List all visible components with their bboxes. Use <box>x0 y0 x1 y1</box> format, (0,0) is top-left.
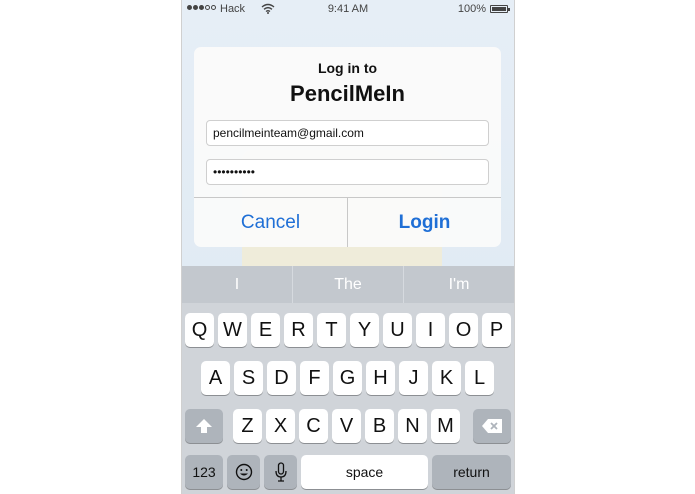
key-a[interactable]: A <box>201 361 230 395</box>
return-key[interactable]: return <box>432 455 511 489</box>
battery-percent: 100% <box>457 3 486 15</box>
key-d[interactable]: D <box>267 361 296 395</box>
key-p[interactable]: P <box>482 313 511 347</box>
email-field[interactable]: pencilmeinteam@gmail.com <box>206 120 489 146</box>
key-y[interactable]: Y <box>350 313 379 347</box>
key-g[interactable]: G <box>333 361 362 395</box>
key-c[interactable]: C <box>299 409 328 443</box>
backspace-icon <box>481 418 503 434</box>
delete-key[interactable] <box>473 409 511 443</box>
key-k[interactable]: K <box>432 361 461 395</box>
cancel-button[interactable]: Cancel <box>194 198 348 247</box>
key-s[interactable]: S <box>234 361 263 395</box>
key-t[interactable]: T <box>317 313 346 347</box>
suggestion-item[interactable]: I'm <box>403 266 514 303</box>
numbers-key[interactable]: 123 <box>185 455 223 489</box>
login-dialog: Log in to PencilMeIn pencilmeinteam@gmai… <box>194 47 501 247</box>
key-j[interactable]: J <box>399 361 428 395</box>
key-i[interactable]: I <box>416 313 445 347</box>
password-field[interactable]: •••••••••• <box>206 159 489 185</box>
key-n[interactable]: N <box>398 409 427 443</box>
keyboard: Q W E R T Y U I O P A S D F G H J K L Z … <box>182 303 514 494</box>
dialog-button-row: Cancel Login <box>194 197 501 247</box>
key-u[interactable]: U <box>383 313 412 347</box>
key-x[interactable]: X <box>266 409 295 443</box>
login-button[interactable]: Login <box>348 198 501 247</box>
key-v[interactable]: V <box>332 409 361 443</box>
key-w[interactable]: W <box>218 313 247 347</box>
suggestion-item[interactable]: The <box>292 266 403 303</box>
key-z[interactable]: Z <box>233 409 262 443</box>
suggestion-bar: I The I'm <box>182 266 514 303</box>
app-name: PencilMeIn <box>290 81 405 106</box>
space-key[interactable]: space <box>301 455 428 489</box>
key-q[interactable]: Q <box>185 313 214 347</box>
dialog-title: Log in to <box>317 60 378 76</box>
key-l[interactable]: L <box>465 361 494 395</box>
status-bar: Hack 9:41 AM 100% <box>182 0 514 20</box>
key-e[interactable]: E <box>251 313 280 347</box>
key-o[interactable]: O <box>449 313 478 347</box>
key-h[interactable]: H <box>366 361 395 395</box>
phone-screen: Hack 9:41 AM 100% Log in to PencilMeIn p… <box>181 0 515 494</box>
key-r[interactable]: R <box>284 313 313 347</box>
microphone-key[interactable] <box>264 455 297 489</box>
key-b[interactable]: B <box>365 409 394 443</box>
battery-icon <box>490 5 510 13</box>
emoji-key[interactable] <box>227 455 260 489</box>
shift-icon <box>195 418 213 434</box>
suggestion-item[interactable]: I <box>182 266 292 303</box>
microphone-icon <box>274 462 288 482</box>
key-m[interactable]: M <box>431 409 460 443</box>
key-f[interactable]: F <box>300 361 329 395</box>
emoji-icon <box>235 463 253 481</box>
shift-key[interactable] <box>185 409 223 443</box>
